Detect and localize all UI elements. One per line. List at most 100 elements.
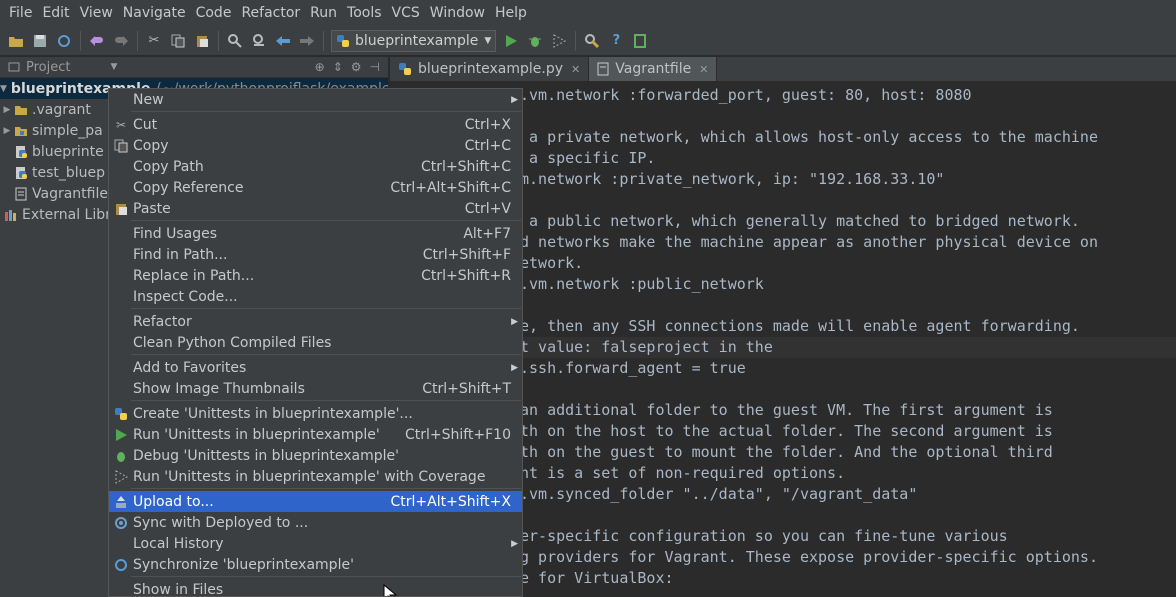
gear-icon[interactable]: ⚙ bbox=[351, 60, 362, 74]
menu-item-find-usages[interactable]: Find Usages Alt+F7 bbox=[109, 223, 522, 244]
close-icon[interactable]: ✕ bbox=[571, 63, 580, 76]
menu-item-show-image-thumbnails[interactable]: Show Image Thumbnails Ctrl+Shift+T bbox=[109, 378, 522, 399]
menu-item-run-with-coverage[interactable]: Run 'Unittests in blueprintexample' with… bbox=[109, 466, 522, 487]
menu-item-clean-python-compiled[interactable]: Clean Python Compiled Files bbox=[109, 332, 522, 353]
menu-separator bbox=[131, 111, 521, 112]
redo-icon[interactable] bbox=[109, 29, 133, 53]
find-icon[interactable] bbox=[223, 29, 247, 53]
menu-item-copy-path[interactable]: Copy Path Ctrl+Shift+C bbox=[109, 156, 522, 177]
menu-item-label: Paste bbox=[133, 200, 171, 217]
code-line: d networks make the machine appear as an… bbox=[520, 233, 1098, 251]
menu-item-debug-unittests[interactable]: Debug 'Unittests in blueprintexample' bbox=[109, 445, 522, 466]
chevron-down-icon[interactable]: ▼ bbox=[0, 84, 7, 94]
code-line: .vm.network :forwarded_port, guest: 80, … bbox=[520, 86, 972, 104]
menu-item-synchronize[interactable]: Synchronize 'blueprintexample' bbox=[109, 554, 522, 575]
chevron-right-icon[interactable]: ▶ bbox=[0, 105, 14, 115]
code-line: a private network, which allows host-onl… bbox=[520, 128, 1098, 146]
cut-icon[interactable]: ✂ bbox=[142, 29, 166, 53]
chevron-right-icon[interactable]: ▶ bbox=[0, 126, 14, 136]
menu-item-add-to-favorites[interactable]: Add to Favorites ▶ bbox=[109, 357, 522, 378]
menu-separator bbox=[131, 576, 521, 577]
chevron-down-icon[interactable]: ▼ bbox=[110, 62, 117, 72]
hide-panel-icon[interactable]: ⊣ bbox=[370, 60, 380, 74]
code-line: e for VirtualBox: bbox=[520, 569, 674, 587]
tab-blueprintexample-py[interactable]: blueprintexample.py ✕ bbox=[390, 57, 590, 81]
menu-item-label: Show Image Thumbnails bbox=[133, 380, 305, 397]
menu-item-run-unittests[interactable]: Run 'Unittests in blueprintexample' Ctrl… bbox=[109, 424, 522, 445]
menu-item-refactor[interactable]: Refactor ▶ bbox=[109, 311, 522, 332]
menu-item-shortcut: Ctrl+Shift+F bbox=[422, 246, 511, 263]
menu-code[interactable]: Code bbox=[191, 0, 237, 26]
menu-item-label: Inspect Code... bbox=[133, 288, 238, 305]
close-icon[interactable]: ✕ bbox=[699, 63, 708, 76]
menu-tools[interactable]: Tools bbox=[342, 0, 387, 26]
coverage-icon[interactable] bbox=[547, 29, 571, 53]
menu-item-shortcut: Ctrl+X bbox=[464, 116, 511, 133]
menu-item-create-unittests[interactable]: Create 'Unittests in blueprintexample'..… bbox=[109, 403, 522, 424]
menu-item-shortcut: Ctrl+V bbox=[464, 200, 511, 217]
menu-separator bbox=[131, 488, 521, 489]
copy-icon[interactable] bbox=[166, 29, 190, 53]
menu-item-copy-reference[interactable]: Copy Reference Ctrl+Alt+Shift+C bbox=[109, 177, 522, 198]
run-icon[interactable] bbox=[499, 29, 523, 53]
tab-vagrantfile[interactable]: Vagrantfile ✕ bbox=[589, 57, 718, 81]
menu-separator bbox=[131, 354, 521, 355]
menu-view[interactable]: View bbox=[75, 0, 118, 26]
replace-icon[interactable] bbox=[247, 29, 271, 53]
debug-icon[interactable] bbox=[523, 29, 547, 53]
menu-item-label: Copy bbox=[133, 137, 169, 154]
menu-edit[interactable]: Edit bbox=[37, 0, 74, 26]
menu-item-find-in-path[interactable]: Find in Path... Ctrl+Shift+F bbox=[109, 244, 522, 265]
help-icon[interactable]: ? bbox=[604, 29, 628, 53]
synchronize-icon[interactable] bbox=[52, 29, 76, 53]
menu-refactor[interactable]: Refactor bbox=[236, 0, 305, 26]
menu-item-sync-with-deployed[interactable]: Sync with Deployed to ... bbox=[109, 512, 522, 533]
menu-item-upload-to[interactable]: Upload to... Ctrl+Alt+Shift+X bbox=[109, 491, 522, 512]
menu-item-label: Copy Reference bbox=[133, 179, 244, 196]
menu-item-new[interactable]: New ▶ bbox=[109, 89, 522, 110]
menu-item-copy[interactable]: Copy Ctrl+C bbox=[109, 135, 522, 156]
save-all-icon[interactable] bbox=[28, 29, 52, 53]
back-icon[interactable] bbox=[271, 29, 295, 53]
chevron-right-icon: ▶ bbox=[511, 362, 518, 373]
menu-item-cut[interactable]: ✂ Cut Ctrl+X bbox=[109, 114, 522, 135]
refresh-icon bbox=[113, 557, 129, 573]
library-icon bbox=[5, 209, 16, 221]
menu-bar: File Edit View Navigate Code Refactor Ru… bbox=[0, 0, 1176, 26]
menu-item-replace-in-path[interactable]: Replace in Path... Ctrl+Shift+R bbox=[109, 265, 522, 286]
menu-run[interactable]: Run bbox=[305, 0, 342, 26]
menu-item-local-history[interactable]: Local History ▶ bbox=[109, 533, 522, 554]
coverage-icon bbox=[113, 469, 129, 485]
plugin-icon[interactable] bbox=[628, 29, 652, 53]
menu-navigate[interactable]: Navigate bbox=[118, 0, 191, 26]
settings-icon[interactable] bbox=[580, 29, 604, 53]
menu-item-label: Add to Favorites bbox=[133, 359, 247, 376]
menu-item-label: Clean Python Compiled Files bbox=[133, 334, 332, 351]
menu-item-paste[interactable]: Paste Ctrl+V bbox=[109, 198, 522, 219]
collapse-all-icon[interactable]: ⇕ bbox=[333, 60, 343, 74]
python-icon bbox=[113, 406, 129, 422]
paste-icon bbox=[113, 201, 129, 217]
menu-item-show-in-files[interactable]: Show in Files bbox=[109, 579, 522, 597]
forward-icon[interactable] bbox=[295, 29, 319, 53]
menu-help[interactable]: Help bbox=[490, 0, 532, 26]
scroll-from-source-icon[interactable]: ⊕ bbox=[315, 60, 325, 74]
copy-icon bbox=[113, 138, 129, 154]
undo-icon[interactable] bbox=[85, 29, 109, 53]
sync-icon bbox=[113, 515, 129, 531]
menu-vcs[interactable]: VCS bbox=[387, 0, 425, 26]
project-panel-title[interactable]: Project bbox=[26, 60, 70, 75]
run-configuration-select[interactable]: blueprintexample ▼ bbox=[331, 29, 497, 52]
open-folder-icon[interactable] bbox=[4, 29, 28, 53]
menu-item-inspect-code[interactable]: Inspect Code... bbox=[109, 286, 522, 307]
menu-window[interactable]: Window bbox=[425, 0, 490, 26]
tree-item-label: Vagrantfile bbox=[32, 185, 108, 202]
editor-tab-bar: blueprintexample.py ✕ Vagrantfile ✕ bbox=[390, 57, 1176, 81]
paste-icon[interactable] bbox=[190, 29, 214, 53]
menu-file[interactable]: File bbox=[4, 0, 37, 26]
menu-item-label: Sync with Deployed to ... bbox=[133, 514, 309, 531]
folder-icon bbox=[15, 105, 27, 115]
code-line: a public network, which generally matche… bbox=[520, 212, 1080, 230]
toolbar-separator bbox=[80, 30, 81, 51]
code-line: th on the guest to mount the folder. And… bbox=[520, 443, 1053, 461]
